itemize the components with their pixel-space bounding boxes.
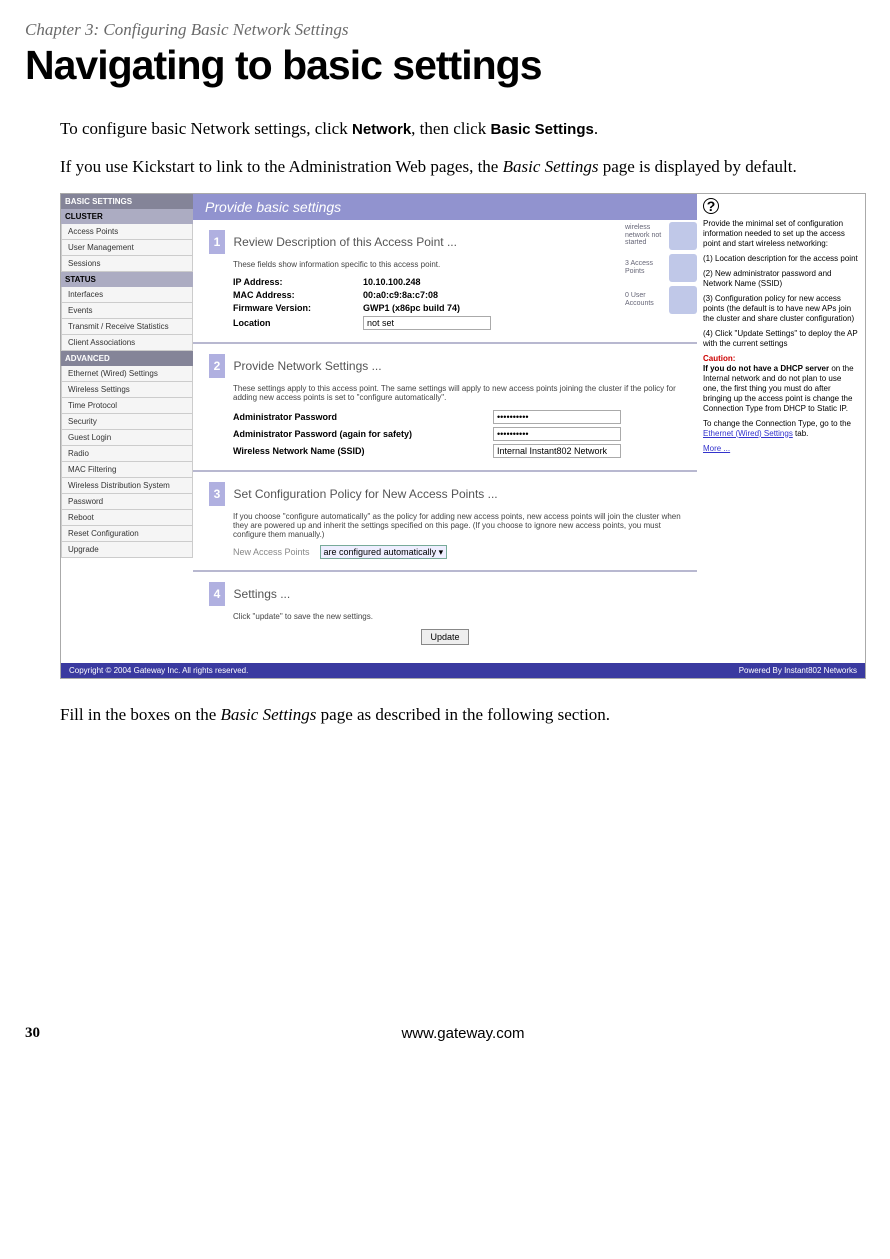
section-1-title: Review Description of this Access Point … <box>234 235 457 249</box>
help-p1: Provide the minimal set of configuration… <box>703 219 859 249</box>
sidebar-status-header: STATUS <box>61 272 193 287</box>
sidebar-item-upgrade[interactable]: Upgrade <box>61 542 193 558</box>
password-confirm-input[interactable]: •••••••••• <box>493 427 621 441</box>
sidebar-item-sessions[interactable]: Sessions <box>61 256 193 272</box>
step-1-icon: 1 <box>209 230 225 254</box>
screenshot: BASIC SETTINGS CLUSTER Access Points Use… <box>60 193 866 679</box>
sidebar-item-wds[interactable]: Wireless Distribution System <box>61 478 193 494</box>
sidebar-item-reset[interactable]: Reset Configuration <box>61 526 193 542</box>
ssid-label: Wireless Network Name (SSID) <box>233 446 493 456</box>
footer-powered: Powered By Instant802 Networks <box>739 666 857 675</box>
intro-para-2: If you use Kickstart to link to the Admi… <box>60 155 865 179</box>
page-title: Navigating to basic settings <box>25 42 865 89</box>
section-3-note: If you choose "configure automatically" … <box>233 512 681 539</box>
help-more-link[interactable]: More ... <box>703 444 730 453</box>
fw-value: GWP1 (x86pc build 74) <box>363 303 460 313</box>
sidebar-item-mac[interactable]: MAC Filtering <box>61 462 193 478</box>
card-users: 0 User Accounts <box>625 292 669 307</box>
after-para: Fill in the boxes on the Basic Settings … <box>60 705 865 725</box>
sidebar-item-password[interactable]: Password <box>61 494 193 510</box>
sidebar-basic-header[interactable]: BASIC SETTINGS <box>61 194 193 209</box>
section-2-title: Provide Network Settings ... <box>234 359 382 373</box>
users-icon <box>669 286 697 314</box>
sidebar-cluster-header: CLUSTER <box>61 209 193 224</box>
footer-copyright: Copyright © 2004 Gateway Inc. All rights… <box>69 666 248 675</box>
wireless-icon <box>669 222 697 250</box>
aps-icon <box>669 254 697 282</box>
section-4-note: Click "update" to save the new settings. <box>233 612 681 621</box>
sidebar-item-events[interactable]: Events <box>61 303 193 319</box>
main-content: Provide basic settings wireless network … <box>193 194 697 663</box>
status-cards: wireless network not started 3 Access Po… <box>625 222 697 318</box>
footer-url: www.gateway.com <box>61 1025 865 1042</box>
section-1-note: These fields show information specific t… <box>233 260 681 269</box>
help-p5: (4) Click "Update Settings" to deploy th… <box>703 329 859 349</box>
section-2-note: These settings apply to this access poin… <box>233 384 681 402</box>
help-icon: ? <box>703 198 719 214</box>
card-wireless: wireless network not started <box>625 224 669 247</box>
help-panel: ? Provide the minimal set of configurati… <box>697 194 865 663</box>
password-input[interactable]: •••••••••• <box>493 410 621 424</box>
sidebar-item-client-assoc[interactable]: Client Associations <box>61 335 193 351</box>
mac-value: 00:a0:c9:8a:c7:08 <box>363 290 438 300</box>
help-caution: Caution: <box>703 354 735 363</box>
nap-label: New Access Points <box>233 547 310 557</box>
sidebar-item-security[interactable]: Security <box>61 414 193 430</box>
sidebar-item-radio[interactable]: Radio <box>61 446 193 462</box>
sidebar-item-reboot[interactable]: Reboot <box>61 510 193 526</box>
sidebar-item-wireless[interactable]: Wireless Settings <box>61 382 193 398</box>
help-p3: (2) New administrator password and Netwo… <box>703 269 859 289</box>
help-link-ethernet[interactable]: Ethernet (Wired) Settings <box>703 429 793 438</box>
sidebar-item-guest[interactable]: Guest Login <box>61 430 193 446</box>
card-aps: 3 Access Points <box>625 260 669 275</box>
sidebar-advanced-header: ADVANCED <box>61 351 193 366</box>
sidebar-item-access-points[interactable]: Access Points <box>61 224 193 240</box>
chapter-heading: Chapter 3: Configuring Basic Network Set… <box>25 20 865 40</box>
step-2-icon: 2 <box>209 354 225 378</box>
ip-value: 10.10.100.248 <box>363 277 421 287</box>
location-input[interactable]: not set <box>363 316 491 330</box>
pw2-label: Administrator Password (again for safety… <box>233 429 493 439</box>
chevron-down-icon: ▾ <box>439 547 444 557</box>
sidebar-item-user-management[interactable]: User Management <box>61 240 193 256</box>
help-p4: (3) Configuration policy for new access … <box>703 294 859 324</box>
pw1-label: Administrator Password <box>233 412 493 422</box>
help-p6a: If you do not have a DHCP server <box>703 364 829 373</box>
intro-para-1: To configure basic Network settings, cli… <box>60 117 865 141</box>
loc-label: Location <box>233 318 363 328</box>
step-4-icon: 4 <box>209 582 225 606</box>
page-number: 30 <box>25 1025 61 1042</box>
step-3-icon: 3 <box>209 482 225 506</box>
section-3-title: Set Configuration Policy for New Access … <box>234 487 498 501</box>
fw-label: Firmware Version: <box>233 303 363 313</box>
sidebar-item-time[interactable]: Time Protocol <box>61 398 193 414</box>
nap-select[interactable]: are configured automatically ▾ <box>320 545 448 559</box>
sidebar-item-ethernet[interactable]: Ethernet (Wired) Settings <box>61 366 193 382</box>
sidebar-item-stats[interactable]: Transmit / Receive Statistics <box>61 319 193 335</box>
help-p2: (1) Location description for the access … <box>703 254 859 264</box>
ip-label: IP Address: <box>233 277 363 287</box>
mac-label: MAC Address: <box>233 290 363 300</box>
help-p7b: tab. <box>793 429 809 438</box>
sidebar: BASIC SETTINGS CLUSTER Access Points Use… <box>61 194 193 663</box>
page-banner: Provide basic settings <box>193 194 697 220</box>
update-button[interactable]: Update <box>421 629 468 645</box>
section-4-title: Settings ... <box>234 587 291 601</box>
help-p7: To change the Connection Type, go to the <box>703 419 851 428</box>
sidebar-item-interfaces[interactable]: Interfaces <box>61 287 193 303</box>
ssid-input[interactable]: Internal Instant802 Network <box>493 444 621 458</box>
